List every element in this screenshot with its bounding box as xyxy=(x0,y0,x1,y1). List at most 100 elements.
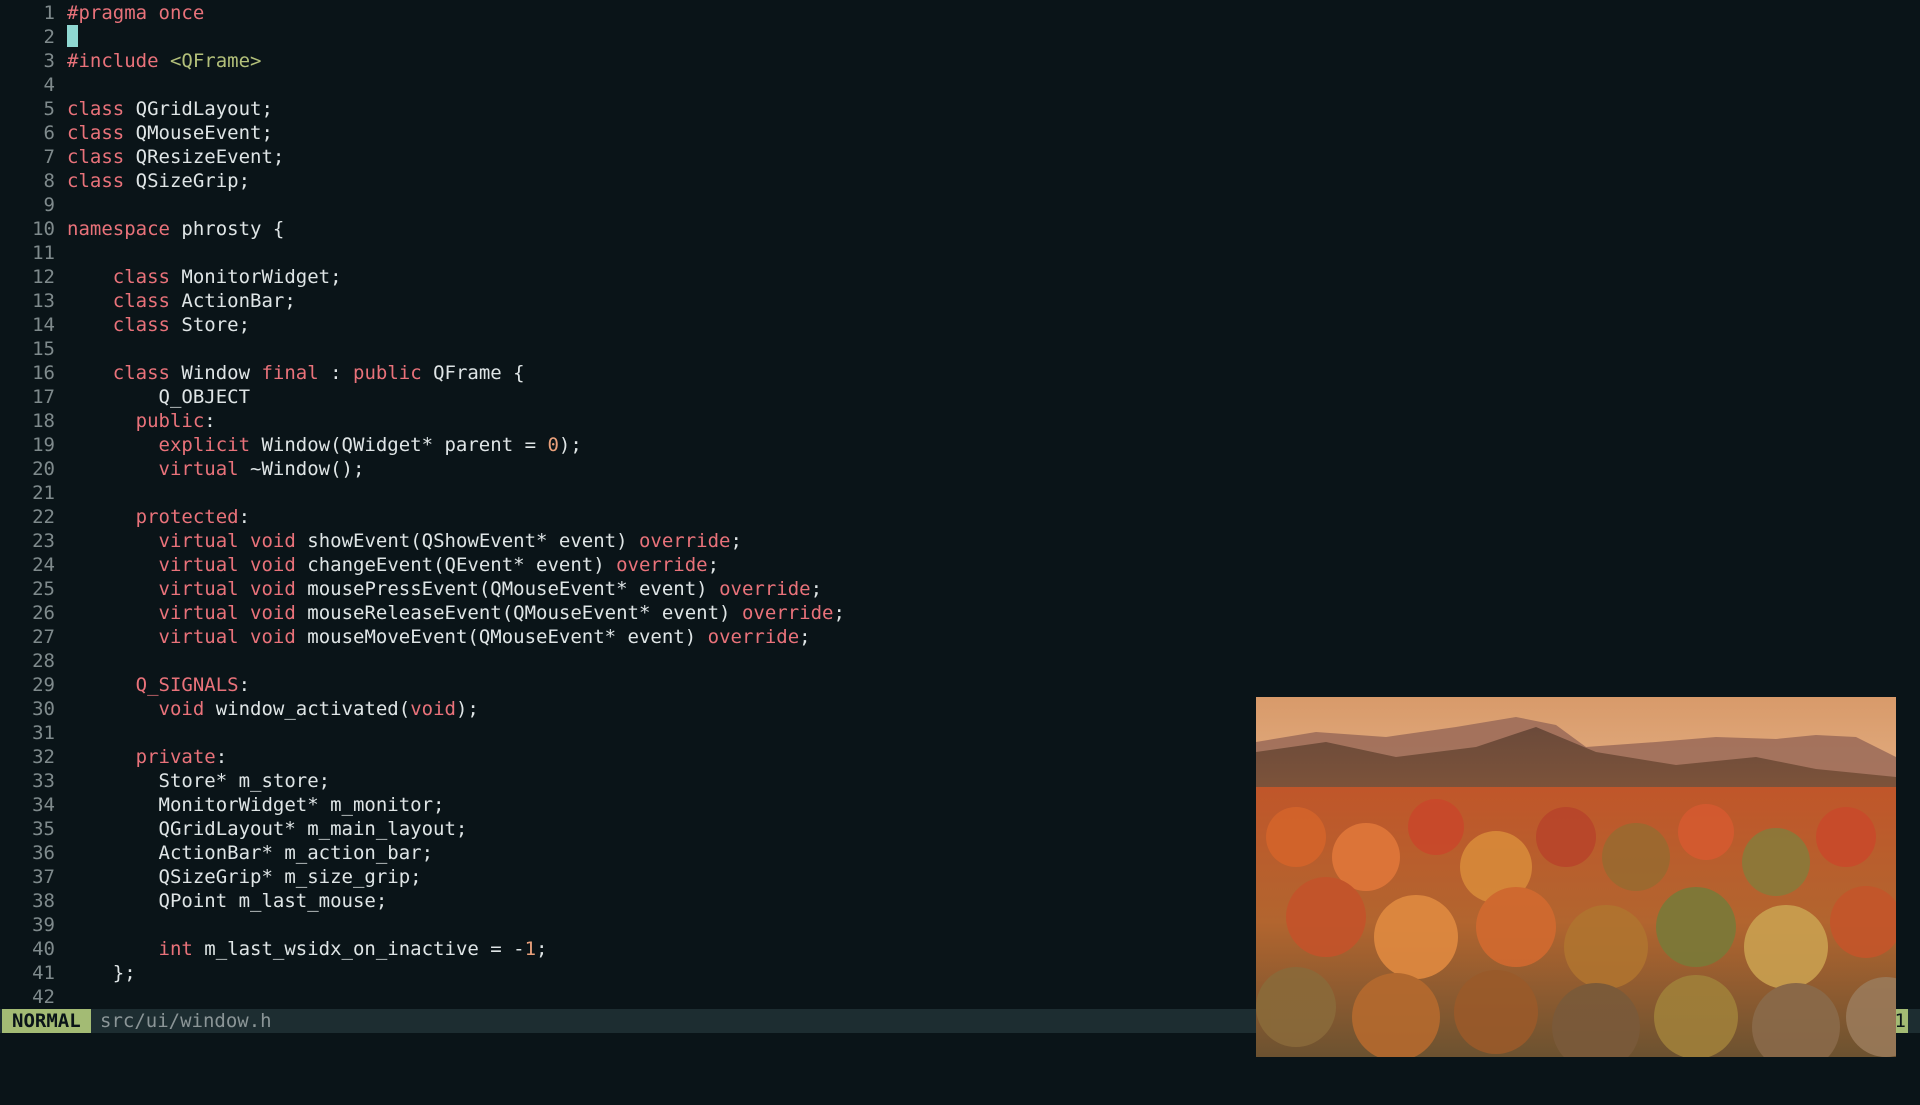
line-code: QPoint m_last_mouse; xyxy=(67,889,388,913)
code-token: #include xyxy=(67,50,170,72)
code-token: final xyxy=(261,362,319,384)
line-code: void window_activated(void); xyxy=(67,697,479,721)
code-line[interactable]: 10 namespace phrosty { xyxy=(0,217,1920,241)
line-number: 38 xyxy=(32,890,55,912)
code-line[interactable]: 11 xyxy=(0,241,1920,265)
code-token: #pragma once xyxy=(67,2,205,24)
code-line[interactable]: 9 xyxy=(0,193,1920,217)
code-token: class xyxy=(112,290,170,312)
code-token: QFrame { xyxy=(421,362,525,384)
code-line[interactable]: 14 class Store; xyxy=(0,313,1920,337)
code-line[interactable]: 20 virtual ~Window(); xyxy=(0,457,1920,481)
code-line[interactable]: 1 #pragma once xyxy=(0,1,1920,25)
line-code: class ActionBar; xyxy=(67,289,296,313)
line-number: 12 xyxy=(32,266,55,288)
code-token: protected xyxy=(135,506,239,528)
code-token: QPoint m_last_mouse; xyxy=(67,890,388,912)
code-line[interactable]: 6 class QMouseEvent; xyxy=(0,121,1920,145)
line-number: 15 xyxy=(32,338,55,360)
picture-in-picture-video[interactable] xyxy=(1256,697,1896,1057)
code-token: : xyxy=(238,674,251,696)
code-token: void xyxy=(410,698,456,720)
code-token: : xyxy=(204,410,216,432)
code-line[interactable]: 15 xyxy=(0,337,1920,361)
code-line[interactable]: 24 virtual void changeEvent(QEvent* even… xyxy=(0,553,1920,577)
code-line[interactable]: 23 virtual void showEvent(QShowEvent* ev… xyxy=(0,529,1920,553)
code-token: mouseReleaseEvent(QMouseEvent* event) xyxy=(295,602,742,624)
text-cursor xyxy=(67,25,78,47)
code-token: window_activated( xyxy=(204,698,411,720)
code-line[interactable]: 29 Q_SIGNALS: xyxy=(0,673,1920,697)
line-number: 31 xyxy=(32,722,55,744)
line-number: 17 xyxy=(32,386,55,408)
line-number: 3 xyxy=(43,50,55,72)
line-number: 11 xyxy=(32,242,55,264)
code-token: showEvent(QShowEvent* event) xyxy=(295,530,639,552)
code-token: ActionBar* m_action_bar; xyxy=(67,842,434,864)
line-number: 32 xyxy=(32,746,55,768)
code-line[interactable]: 4 xyxy=(0,73,1920,97)
code-line[interactable]: 27 virtual void mouseMoveEvent(QMouseEve… xyxy=(0,625,1920,649)
line-code: QGridLayout* m_main_layout; xyxy=(67,817,468,841)
code-token: void xyxy=(158,698,205,720)
code-token: void xyxy=(250,530,296,552)
line-code: #pragma once xyxy=(67,1,204,25)
code-line[interactable]: 3 #include <QFrame> xyxy=(0,49,1920,73)
line-number: 29 xyxy=(32,674,55,696)
code-line[interactable]: 19 explicit Window(QWidget* parent = 0); xyxy=(0,433,1920,457)
code-line[interactable]: 25 virtual void mousePressEvent(QMouseEv… xyxy=(0,577,1920,601)
code-line[interactable]: 16 class Window final : public QFrame { xyxy=(0,361,1920,385)
code-line[interactable]: 18 public: xyxy=(0,409,1920,433)
code-line[interactable]: 12 class MonitorWidget; xyxy=(0,265,1920,289)
code-token: override xyxy=(616,554,708,576)
code-token: changeEvent(QEvent* event) xyxy=(295,554,617,576)
line-number: 35 xyxy=(32,818,55,840)
code-token: virtual xyxy=(158,530,239,552)
line-number: 2 xyxy=(43,26,55,48)
line-number: 19 xyxy=(32,434,55,456)
line-number: 21 xyxy=(32,482,55,504)
line-number: 34 xyxy=(32,794,55,816)
code-line[interactable]: 17 Q_OBJECT xyxy=(0,385,1920,409)
line-number: 22 xyxy=(32,506,55,528)
code-token: ); xyxy=(455,698,479,720)
code-line[interactable]: 26 virtual void mouseReleaseEvent(QMouse… xyxy=(0,601,1920,625)
code-line[interactable]: 13 class ActionBar; xyxy=(0,289,1920,313)
line-number: 7 xyxy=(43,146,55,168)
code-token: void xyxy=(250,554,296,576)
line-code: virtual void mousePressEvent(QMouseEvent… xyxy=(67,577,823,601)
code-token: : xyxy=(215,746,228,768)
code-line[interactable]: 21 xyxy=(0,481,1920,505)
line-code: public: xyxy=(67,409,216,433)
code-token: private xyxy=(135,746,216,768)
code-token: class xyxy=(67,146,125,168)
code-token: void xyxy=(250,602,296,624)
code-token: Store* m_store; xyxy=(67,770,331,792)
code-line[interactable]: 22 protected: xyxy=(0,505,1920,529)
code-token: class xyxy=(112,266,170,288)
code-token: 1 xyxy=(524,938,537,960)
line-code: virtual void mouseMoveEvent(QMouseEvent*… xyxy=(67,625,811,649)
line-number: 10 xyxy=(32,218,55,240)
code-line[interactable]: 28 xyxy=(0,649,1920,673)
line-number: 6 xyxy=(43,122,55,144)
code-token: override xyxy=(741,602,834,624)
code-line[interactable]: 7 class QResizeEvent; xyxy=(0,145,1920,169)
code-token: Q_SIGNALS xyxy=(135,674,239,696)
code-line[interactable]: 5 class QGridLayout; xyxy=(0,97,1920,121)
line-code: virtual void changeEvent(QEvent* event) … xyxy=(67,553,720,577)
code-line[interactable]: 8 class QSizeGrip; xyxy=(0,169,1920,193)
code-token: MonitorWidget; xyxy=(169,266,342,288)
code-line[interactable]: 2 xyxy=(0,25,1920,49)
code-token: ; xyxy=(730,530,742,552)
line-number: 27 xyxy=(32,626,55,648)
